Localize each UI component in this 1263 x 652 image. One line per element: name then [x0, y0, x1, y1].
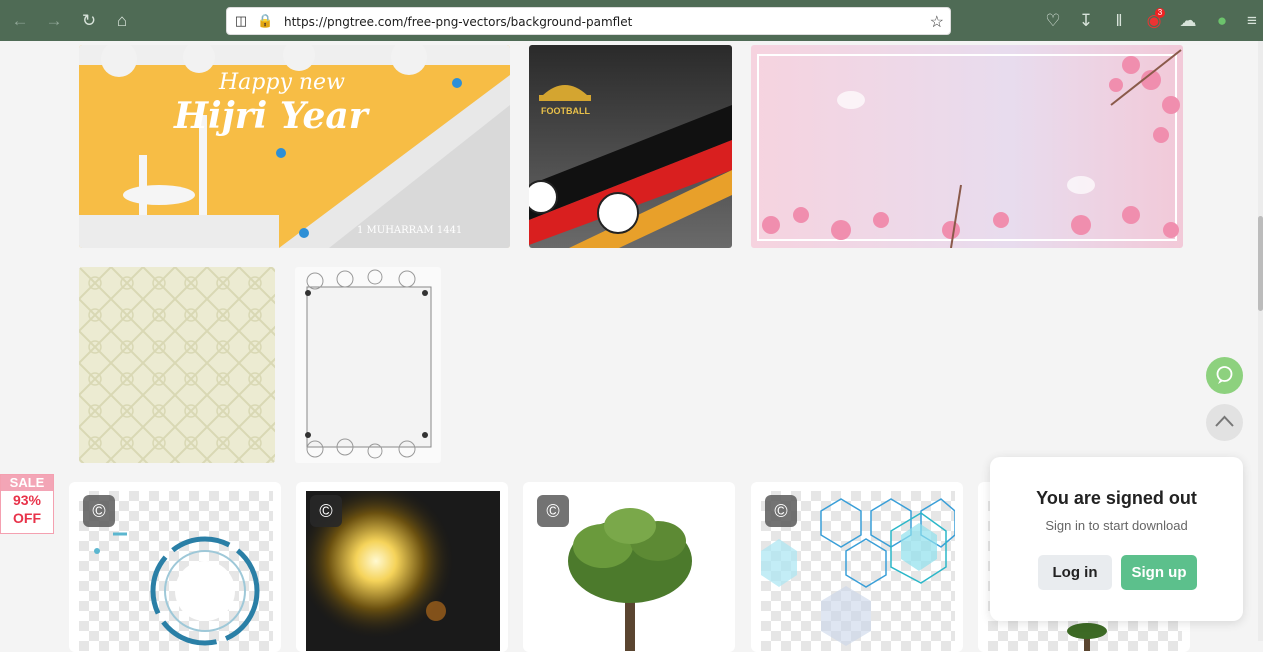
library-icon[interactable]: ‖	[1107, 9, 1131, 33]
cherry-blossom-frame[interactable]	[751, 45, 1183, 248]
menu-icon[interactable]: ≡	[1240, 9, 1263, 33]
address-bar[interactable]: ◫ 🔒 https://pngtree.com/free-png-vectors…	[226, 7, 951, 35]
card-green-tree[interactable]: ©	[523, 482, 735, 652]
scrollbar-thumb[interactable]	[1258, 216, 1263, 311]
cherry-blossom-art	[751, 45, 1183, 248]
hijri-line1: Happy new	[219, 70, 345, 95]
login-button[interactable]: Log in	[1038, 555, 1112, 590]
card-image[interactable]: ©	[533, 491, 727, 651]
browser-toolbar: ← → ↻ ⌂ ◫ 🔒 https://pngtree.com/free-png…	[0, 0, 1263, 41]
card-tech-circle-hud[interactable]: ©	[69, 482, 281, 652]
forward-icon[interactable]: →	[42, 9, 66, 33]
globe-icon[interactable]: ●	[1210, 9, 1234, 33]
copyright-icon: ©	[537, 495, 569, 527]
sale-label: SALE	[1, 475, 53, 491]
download-icon[interactable]: ↧	[1074, 9, 1098, 33]
card-hexagon-pattern[interactable]: ©	[751, 482, 963, 652]
signin-panel: You are signed out Sign in to start down…	[990, 457, 1243, 621]
shield-icon[interactable]: ◫	[233, 13, 249, 29]
hijri-line2: Hijri Year	[174, 95, 368, 137]
url-text[interactable]: https://pngtree.com/free-png-vectors/bac…	[284, 15, 632, 29]
sale-badge[interactable]: SALE 93% OFF	[0, 474, 54, 534]
germany-football-banner[interactable]: FOOTBALL	[529, 45, 732, 248]
football-banner-art	[529, 45, 732, 248]
signin-title: You are signed out	[1036, 488, 1197, 508]
signup-button[interactable]: Sign up	[1121, 555, 1197, 590]
card-image[interactable]: ©	[306, 491, 500, 651]
chevron-up-icon	[1215, 415, 1234, 427]
hijri-new-year-banner[interactable]: Happy new Hijri Year 1 MUHARRAM 1441	[79, 45, 510, 248]
pale-pattern-art	[79, 267, 275, 463]
home-icon[interactable]: ⌂	[110, 9, 134, 33]
scroll-top-button[interactable]	[1206, 404, 1243, 441]
card-golden-sun-flare[interactable]: ©	[296, 482, 508, 652]
page-scrollbar[interactable]	[1258, 41, 1263, 641]
card-image[interactable]: ©	[761, 491, 955, 651]
sale-percent: 93%	[12, 492, 42, 508]
card-image[interactable]: ©	[79, 491, 273, 651]
chat-button[interactable]	[1206, 357, 1243, 394]
bookmark-star-icon[interactable]: ☆	[930, 12, 944, 32]
hijri-line3: 1 MUHARRAM 1441	[357, 225, 463, 236]
pocket-icon[interactable]: ♡	[1041, 9, 1065, 33]
floral-frame-paper[interactable]	[295, 267, 441, 463]
copyright-icon: ©	[765, 495, 797, 527]
pale-pattern-background[interactable]	[79, 267, 275, 463]
copyright-icon: ©	[310, 495, 342, 527]
cloud-icon[interactable]: ☁	[1176, 9, 1200, 33]
reload-icon[interactable]: ↻	[77, 9, 101, 33]
chat-icon	[1216, 366, 1233, 384]
notification-badge: 3	[1155, 8, 1165, 18]
lock-icon[interactable]: 🔒	[257, 13, 273, 29]
signin-subtitle: Sign in to start download	[1045, 518, 1188, 533]
football-label: FOOTBALL	[541, 106, 590, 116]
sale-off: OFF	[13, 510, 41, 526]
back-icon[interactable]: ←	[8, 9, 32, 33]
copyright-icon: ©	[83, 495, 115, 527]
floral-frame-art	[295, 267, 441, 463]
